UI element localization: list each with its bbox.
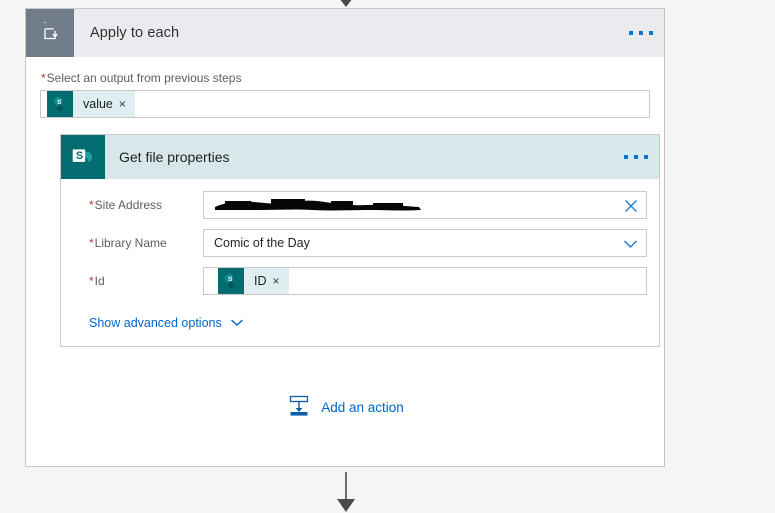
get-file-properties-title: Get file properties (119, 149, 230, 165)
id-token-label: ID (254, 274, 267, 288)
required-asterisk: * (89, 274, 94, 288)
svg-text:S: S (76, 150, 83, 162)
show-advanced-options-link[interactable]: Show advanced options (73, 305, 647, 332)
apply-to-each-header[interactable]: Apply to each (26, 9, 664, 57)
required-asterisk: * (89, 198, 94, 212)
flow-connector-bottom (337, 472, 355, 512)
select-output-input[interactable]: S value × (40, 90, 650, 118)
field-row-id: *Id S ID × (73, 267, 647, 295)
field-row-library-name: *Library Name Comic of the Day (73, 229, 647, 257)
value-token-remove-icon[interactable]: × (119, 91, 135, 117)
id-label-text: Id (94, 274, 105, 288)
svg-text:S: S (57, 99, 62, 106)
id-token-remove-icon[interactable]: × (273, 268, 289, 294)
get-file-properties-body: *Site Address *Library Name Comic of the… (61, 179, 659, 346)
add-an-action-button[interactable]: Add an action (40, 347, 650, 452)
value-token[interactable]: S value × (47, 91, 135, 117)
library-name-dropdown[interactable]: Comic of the Day (203, 229, 647, 257)
svg-text:S: S (228, 276, 233, 283)
apply-to-each-title: Apply to each (90, 25, 180, 41)
chevron-down-icon[interactable] (623, 230, 638, 258)
site-address-input[interactable] (203, 191, 647, 219)
add-an-action-label: Add an action (321, 400, 404, 415)
id-control: S ID × (203, 267, 647, 295)
loop-repeat-icon (26, 9, 74, 57)
site-address-control (203, 191, 647, 219)
sharepoint-icon: S (218, 268, 244, 294)
show-advanced-options-label: Show advanced options (89, 315, 222, 330)
library-name-value: Comic of the Day (214, 236, 310, 250)
id-input[interactable]: S ID × (203, 267, 647, 295)
site-address-label: *Site Address (73, 198, 203, 212)
site-address-redaction (204, 192, 428, 218)
library-name-label-text: Library Name (94, 236, 167, 250)
chevron-down-icon (230, 315, 244, 330)
library-name-label: *Library Name (73, 236, 203, 250)
site-address-clear-icon[interactable] (624, 192, 638, 220)
library-name-control: Comic of the Day (203, 229, 647, 257)
get-file-properties-card: S Get file properties *Site Address *Lib… (60, 134, 660, 347)
id-token[interactable]: S ID × (218, 268, 289, 294)
get-file-properties-ellipsis-icon[interactable] (613, 135, 659, 179)
sharepoint-icon: S (47, 91, 73, 117)
select-output-label: *Select an output from previous steps (40, 57, 650, 90)
required-asterisk: * (41, 71, 46, 85)
select-output-label-text: Select an output from previous steps (46, 71, 242, 85)
sharepoint-icon: S (61, 135, 105, 179)
id-label: *Id (73, 274, 203, 288)
get-file-properties-header[interactable]: S Get file properties (61, 135, 659, 179)
apply-to-each-body: *Select an output from previous steps S … (26, 57, 664, 466)
field-row-site-address: *Site Address (73, 191, 647, 219)
apply-to-each-card: Apply to each *Select an output from pre… (25, 8, 665, 467)
value-token-label: value (83, 97, 113, 111)
required-asterisk: * (89, 236, 94, 250)
apply-to-each-ellipsis-icon[interactable] (618, 9, 664, 57)
flow-connector-top (340, 0, 352, 7)
insert-action-icon (286, 393, 312, 422)
site-address-label-text: Site Address (94, 198, 163, 212)
